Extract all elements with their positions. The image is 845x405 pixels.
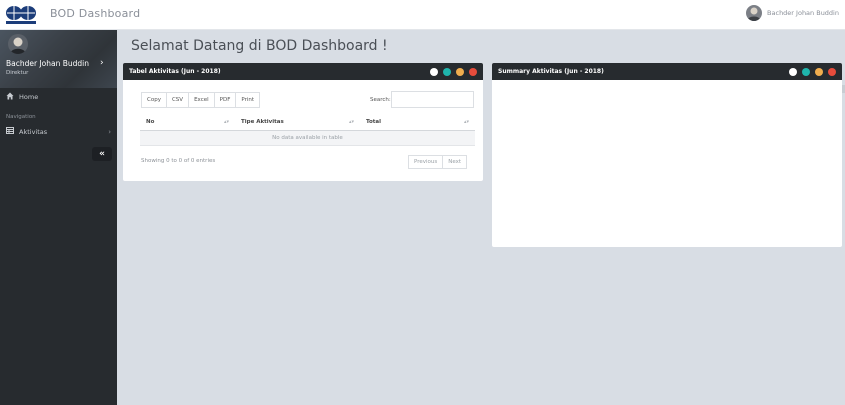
profile-avatar [8,34,28,54]
empty-table-message: No data available in table [140,130,475,146]
previous-button[interactable]: Previous [408,155,444,169]
copy-button[interactable]: Copy [141,92,167,108]
sidebar-item-label: Home [19,93,39,101]
activity-table: No ▴▾ Tipe Aktivitas ▴▾ Total ▴▾ No data av… [140,115,475,146]
panel-close-icon[interactable] [469,67,477,76]
avatar[interactable] [746,5,763,21]
column-header-tipe[interactable]: Tipe Aktivitas ▴▾ [235,115,360,131]
summary-panel: Summary Aktivitas (Jun - 2018) [492,63,842,247]
panel-reload-icon[interactable] [802,67,810,76]
panel-title: Summary Aktivitas (Jun - 2018) [498,68,604,75]
app-title[interactable]: BOD Dashboard [50,7,140,20]
panel-reload-icon[interactable] [443,67,451,76]
sidebar-item-label: Aktivitas [19,127,48,136]
user-menu[interactable]: Bachder Johan Buddin [746,5,839,21]
chevron-right-icon[interactable]: › [100,58,104,68]
panel-header: Summary Aktivitas (Jun - 2018) [492,63,842,80]
sidebar: Bachder Johan Buddin Direktur › Home Nav… [0,30,117,405]
panel-settings-icon[interactable] [430,67,438,76]
pagination: Previous Next [408,155,468,169]
panel-title: Tabel Aktivitas (Jun - 2018) [129,68,221,75]
home-icon [6,92,14,102]
pdf-button[interactable]: PDF [213,92,237,108]
panel-header: Tabel Aktivitas (Jun - 2018) [123,63,483,80]
user-name[interactable]: Bachder Johan Buddin [767,9,839,17]
page-title: Selamat Datang di BOD Dashboard ! [131,38,388,54]
search-input[interactable] [391,91,474,108]
profile-role: Direktur [6,70,29,76]
sort-icon: ▴▾ [223,119,229,125]
table-icon [6,127,14,136]
csv-button[interactable]: CSV [165,92,190,108]
panel-close-icon[interactable] [828,67,836,76]
sort-icon: ▴▾ [348,119,354,125]
sort-icon: ▴▾ [463,119,469,125]
excel-button[interactable]: Excel [188,92,215,108]
profile-name: Bachder Johan Buddin [6,59,90,68]
sidebar-item-aktivitas[interactable]: Aktivitas › [6,127,111,136]
chevron-right-icon: › [108,127,111,136]
panel-collapse-icon[interactable] [815,67,823,76]
panel-settings-icon[interactable] [789,67,797,76]
panel-controls [430,67,477,76]
next-button[interactable]: Next [442,155,468,169]
table-info: Showing 0 to 0 of 0 entries [141,158,216,164]
brand-logo[interactable] [4,4,38,25]
nav-section-label: Navigation [6,114,36,120]
activity-table-panel: Tabel Aktivitas (Jun - 2018) Copy CSV Ex… [123,63,483,181]
sidebar-collapse-button[interactable]: « [92,147,112,161]
column-header-no[interactable]: No ▴▾ [140,115,235,131]
column-header-total[interactable]: Total ▴▾ [360,115,475,131]
top-bar: BOD Dashboard Bachder Johan Buddin [0,0,845,30]
table-row: No data available in table [140,130,475,146]
export-toolbar: Copy CSV Excel PDF Print [141,92,261,108]
sidebar-item-home[interactable]: Home [6,92,38,102]
search-label: Search: [370,97,391,103]
table-header-row: No ▴▾ Tipe Aktivitas ▴▾ Total ▴▾ [140,115,475,131]
profile-card[interactable]: Bachder Johan Buddin Direktur › [0,30,117,88]
panel-controls [789,67,836,76]
panel-collapse-icon[interactable] [456,67,464,76]
print-button[interactable]: Print [235,92,261,108]
